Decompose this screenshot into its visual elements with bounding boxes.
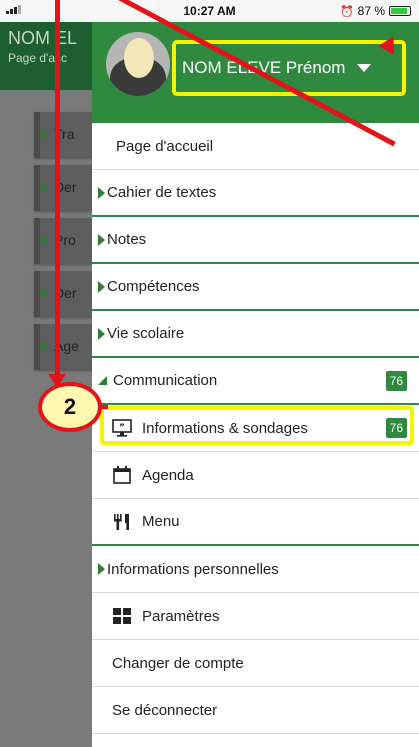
menu-item-se-deconnecter[interactable]: Se déconnecter (92, 687, 419, 734)
drawer-menu: Page d'accueil Cahier de textes Notes Co… (92, 123, 419, 734)
menu-item-label: Vie scolaire (107, 325, 185, 342)
utensils-icon (112, 512, 132, 532)
avatar[interactable] (106, 32, 170, 96)
step-marker: 2 (38, 382, 102, 432)
battery-indicator: ⏰ 87 % (340, 4, 411, 18)
battery-icon (389, 6, 411, 16)
menu-item-notes[interactable]: Notes (92, 217, 419, 264)
annotation-arrow (55, 0, 60, 378)
notification-badge: 76 (385, 370, 407, 391)
menu-item-changer-de-compte[interactable]: Changer de compte (92, 640, 419, 687)
menu-item-label: Compétences (107, 278, 200, 295)
menu-item-label: Notes (107, 231, 147, 248)
menu-item-label: Menu (142, 513, 180, 530)
menu-item-agenda[interactable]: Agenda (92, 452, 419, 499)
menu-item-label: Cahier de textes (107, 184, 217, 201)
menu-item-label: Informations & sondages (142, 419, 308, 437)
battery-percent: 87 % (357, 4, 385, 18)
menu-item-label: Communication (113, 372, 218, 389)
menu-item-informations-personnelles[interactable]: Informations personnelles (92, 546, 419, 593)
expand-arrow-icon (98, 233, 105, 246)
grid-icon (112, 606, 132, 626)
caret-down-icon (357, 64, 372, 72)
board-quote-icon: ” (112, 418, 132, 438)
menu-item-label: Changer de compte (112, 654, 244, 672)
menu-item-informations-sondages[interactable]: ” Informations & sondages 76 (92, 405, 419, 452)
calendar-icon (112, 465, 132, 485)
expand-arrow-icon (98, 563, 105, 575)
menu-item-parametres[interactable]: Paramètres (92, 593, 419, 640)
expand-arrow-icon (98, 280, 105, 293)
menu-item-label: Page d'accueil (116, 137, 214, 155)
menu-item-communication[interactable]: Communication 76 (92, 358, 419, 405)
menu-item-menu[interactable]: Menu (92, 499, 419, 546)
collapse-arrow-icon (98, 376, 107, 385)
menu-item-label: Paramètres (142, 607, 220, 625)
notification-badge: 76 (385, 418, 407, 438)
alarm-icon: ⏰ (339, 5, 354, 18)
menu-item-vie-scolaire[interactable]: Vie scolaire (92, 311, 419, 358)
expand-arrow-icon (98, 186, 105, 199)
menu-item-label: Agenda (142, 466, 194, 484)
status-bar: 10:27 AM ⏰ 87 % (0, 0, 419, 22)
menu-item-cahier-de-textes[interactable]: Cahier de textes (92, 170, 419, 217)
menu-item-competences[interactable]: Compétences (92, 264, 419, 311)
menu-item-label: Se déconnecter (112, 701, 218, 719)
menu-item-label: Informations personnelles (107, 560, 279, 578)
expand-arrow-icon (98, 327, 105, 340)
svg-text:”: ” (119, 423, 125, 433)
